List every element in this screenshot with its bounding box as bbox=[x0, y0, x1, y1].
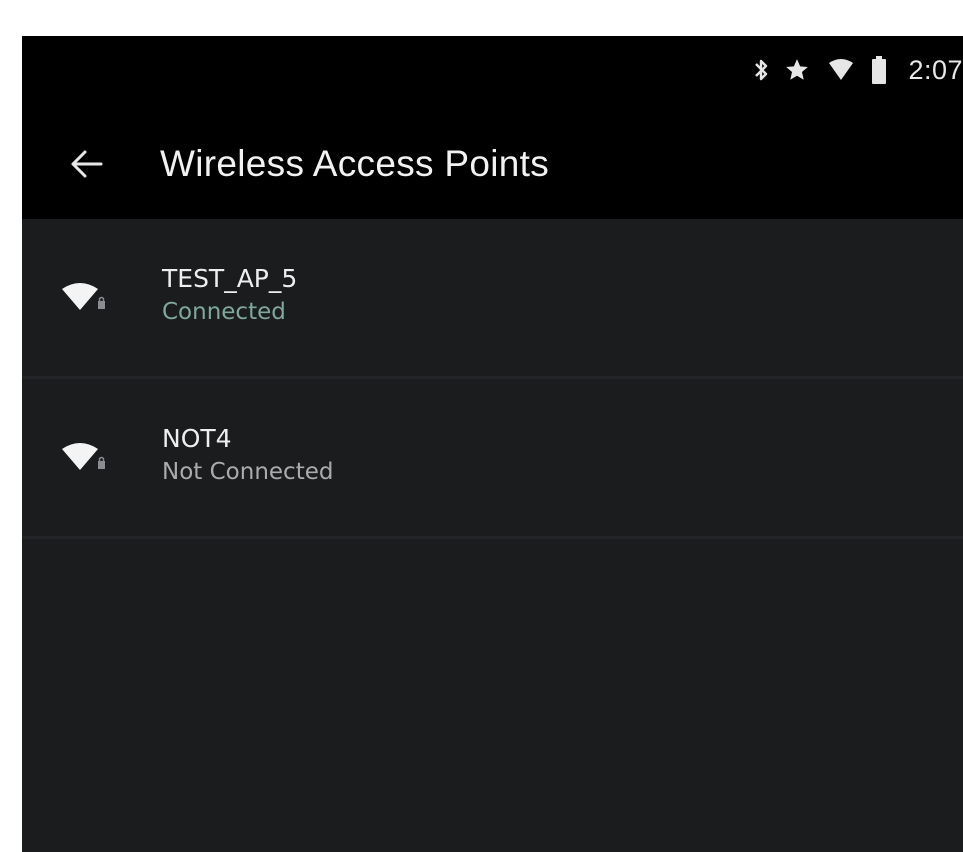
app-bar: Wireless Access Points bbox=[22, 128, 963, 200]
arrow-left-icon bbox=[71, 150, 103, 178]
status-time: 2:07 bbox=[908, 54, 963, 85]
access-point-list: TEST_AP_5 Connected NOT4 Not Connected bbox=[22, 219, 963, 539]
star-icon bbox=[776, 50, 818, 90]
bluetooth-icon bbox=[746, 50, 776, 90]
access-point-item[interactable]: TEST_AP_5 Connected bbox=[22, 219, 963, 379]
access-point-item[interactable]: NOT4 Not Connected bbox=[22, 379, 963, 539]
status-bar: 2:07 bbox=[746, 50, 963, 90]
wifi-signal-icon bbox=[818, 50, 864, 90]
page-title: Wireless Access Points bbox=[160, 143, 550, 184]
battery-icon bbox=[864, 50, 894, 90]
wifi-lock-icon bbox=[60, 437, 110, 477]
top-bar: 2:07 Wireless Access Points bbox=[22, 36, 963, 219]
wifi-lock-icon bbox=[60, 277, 110, 317]
connection-status: Not Connected bbox=[162, 459, 334, 485]
back-button[interactable] bbox=[56, 134, 116, 194]
access-point-name: NOT4 bbox=[162, 424, 232, 453]
access-point-name: TEST_AP_5 bbox=[162, 264, 298, 293]
device-screen: 2:07 Wireless Access Points TEST_AP_5 Co… bbox=[22, 36, 963, 852]
connection-status: Connected bbox=[162, 299, 286, 325]
